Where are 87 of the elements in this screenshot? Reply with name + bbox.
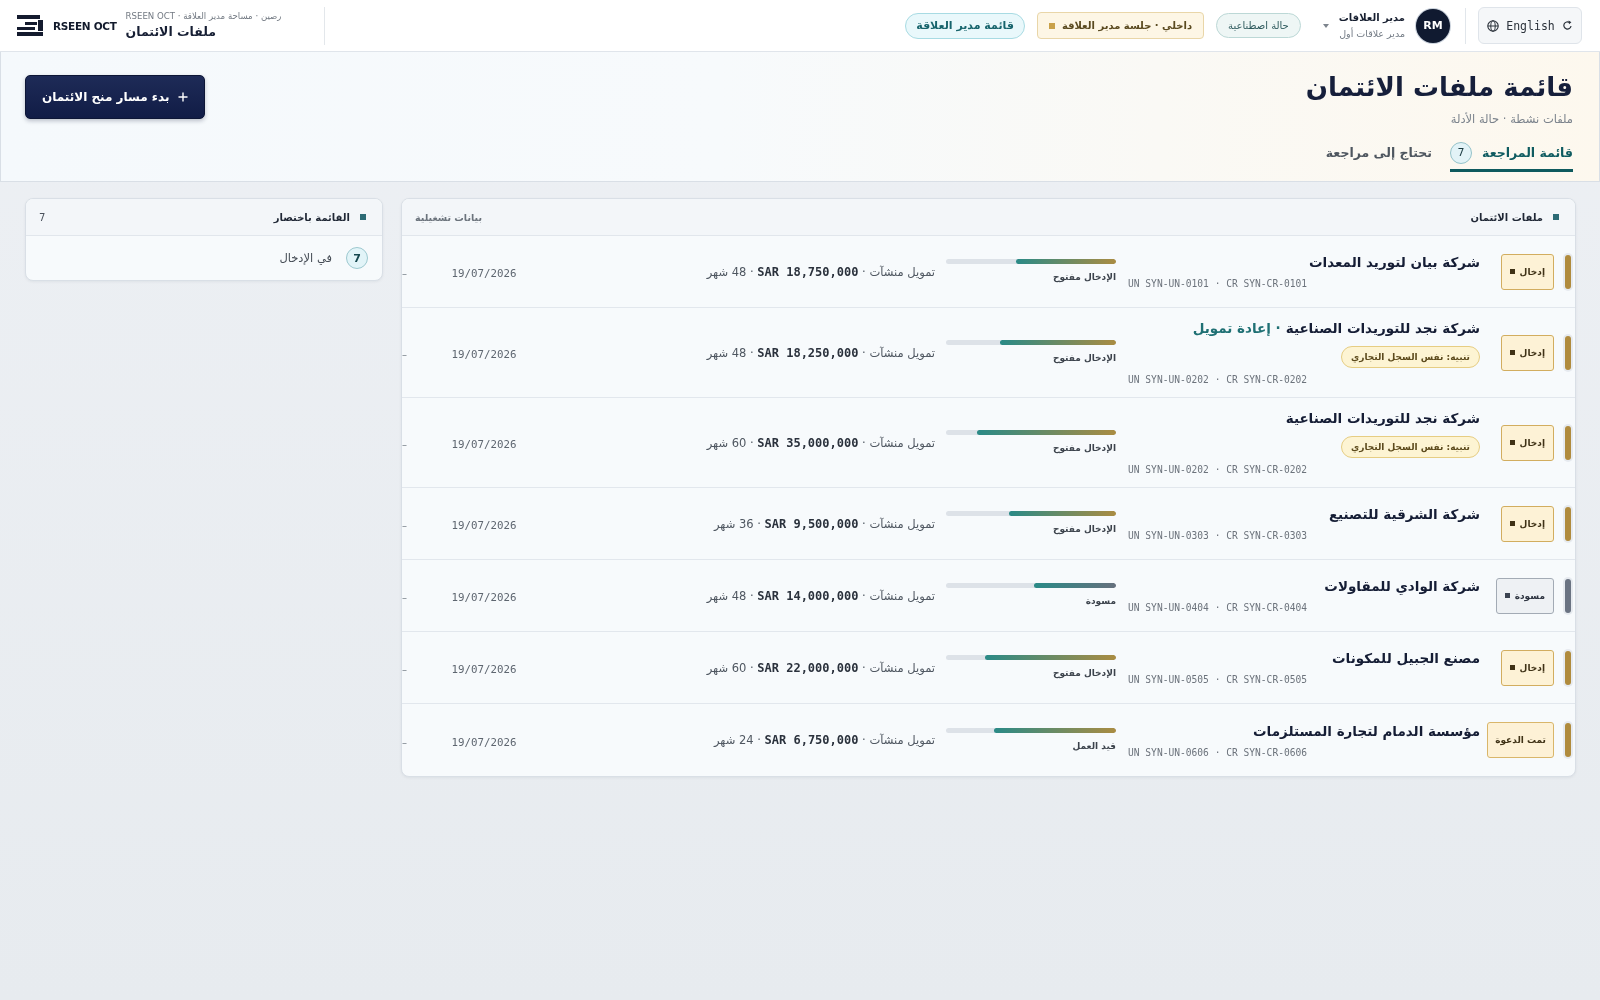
date-text: 19/07/2026 — [451, 519, 517, 532]
stage-label: الإدخال مفتوح — [1051, 271, 1116, 284]
stage-label: الإدخال مفتوح — [1051, 352, 1116, 365]
company-name[interactable]: شركة الشرقية للتصنيع — [1328, 504, 1480, 524]
logo-icon — [17, 15, 43, 36]
date-text: 19/07/2026 — [451, 663, 517, 676]
table-cell: – — [402, 439, 407, 450]
queue-pill[interactable]: قائمة مدير العلاقة — [905, 12, 1025, 39]
language-button[interactable]: English — [1478, 7, 1582, 44]
table-cell: – — [402, 349, 407, 360]
status-label: إدخال — [1519, 347, 1545, 358]
reference-ids: UN SYN-UN-0303 · CR SYN-CR-0303 — [1128, 529, 1309, 543]
plus-icon — [178, 92, 189, 102]
date-text: 19/07/2026 — [451, 438, 517, 451]
logo-text: RSEEN OCT — [53, 19, 117, 32]
status-label: إدخال — [1519, 266, 1545, 277]
square-icon — [1509, 269, 1515, 274]
square-icon — [1509, 440, 1515, 445]
company-name[interactable]: شركة نجد للتوريدات الصناعية — [1285, 408, 1480, 428]
total-count: 7 — [39, 211, 46, 223]
date-text: 19/07/2026 — [451, 348, 517, 361]
pill-label: داخلي · جلسة مدير العلاقة — [1061, 20, 1193, 31]
status-stripe — [1565, 425, 1571, 460]
warning-pill: تنبيه: نفس السجل التجاري — [1341, 346, 1480, 368]
file-type-label: · إعادة تمويل — [1192, 319, 1281, 338]
status-stripe — [1565, 506, 1571, 541]
refresh-icon — [1561, 20, 1573, 31]
date-text: 19/07/2026 — [451, 735, 517, 749]
status-label: مسودة — [1514, 590, 1545, 601]
square-icon — [1048, 22, 1055, 29]
reference-ids: UN SYN-UN-0606 · CR SYN-CR-0606 — [1128, 745, 1309, 760]
table-cell: – — [402, 664, 407, 675]
globe-icon — [1487, 19, 1500, 32]
company-name[interactable]: مؤسسة الدمام لتجارة المستلزمات — [1253, 720, 1480, 741]
reference-ids: UN SYN-UN-0404 · CR SYN-CR-0404 — [1128, 601, 1309, 615]
table-cell: – — [402, 520, 407, 531]
table-cell: – — [402, 268, 407, 279]
panel-note: بيانات تشغيلية — [415, 211, 482, 223]
square-icon — [1509, 665, 1515, 670]
status-stripe — [1565, 578, 1571, 613]
reference-ids: UN SYN-UN-0202 · CR SYN-CR-0202 — [1128, 463, 1309, 477]
reference-ids: UN SYN-UN-0101 · CR SYN-CR-0101 — [1128, 277, 1309, 291]
stage-label: مسودة — [1084, 595, 1116, 608]
breadcrumb: رصين · مساحة مدير العلاقة · RSEEN OCT — [125, 10, 282, 23]
company-name[interactable]: مصنع الجبيل للمكونات — [1332, 648, 1480, 668]
date-text: 19/07/2026 — [451, 591, 517, 604]
square-icon — [1509, 350, 1515, 355]
page-subtitle: ملفات نشطة · حالة الأدلة — [1450, 111, 1573, 128]
panel-title: ملفات الائتمان — [1470, 211, 1543, 223]
mode-pill: حالة اصطناعية — [1216, 13, 1301, 38]
date-text: 19/07/2026 — [451, 267, 517, 280]
company-name[interactable]: شركة بيان لتوريد المعدات — [1308, 252, 1480, 272]
status-label: إدخال — [1519, 518, 1545, 529]
square-icon — [360, 214, 366, 220]
page-title: ملفات الائتمان — [125, 23, 217, 41]
warning-pill: تنبيه: نفس السجل التجاري — [1341, 436, 1480, 458]
stage-label: الإدخال مفتوح — [1051, 667, 1116, 680]
company-name[interactable]: شركة الوادي للمقاولات — [1324, 576, 1480, 596]
status-label: تمت الدعوة — [1495, 735, 1546, 745]
count-badge: 7 — [1450, 142, 1473, 164]
panel-title: القائمة باختصار — [273, 211, 350, 223]
table-cell: – — [402, 592, 407, 603]
stage-label: الإدخال مفتوح — [1051, 523, 1116, 536]
user-role: مدير علاقات أول — [1339, 26, 1405, 41]
status-label: إدخال — [1519, 662, 1545, 673]
status-stripe — [1565, 335, 1571, 370]
status-stripe — [1565, 650, 1571, 685]
square-icon — [1504, 593, 1510, 598]
avatar[interactable]: RM — [1416, 8, 1450, 43]
user-name: مدير العلاقات — [1338, 10, 1405, 25]
square-icon — [1509, 521, 1515, 526]
table-cell: – — [402, 736, 407, 748]
stage-label: الإدخال مفتوح — [1051, 442, 1116, 455]
stage-label: قيد العمل — [1071, 739, 1116, 753]
caret-icon[interactable] — [1322, 23, 1329, 28]
square-icon — [1553, 214, 1559, 220]
reference-ids: UN SYN-UN-0505 · CR SYN-CR-0505 — [1128, 673, 1309, 687]
count-badge: 7 — [346, 247, 368, 269]
company-name[interactable]: شركة نجد للتوريدات الصناعية — [1285, 318, 1480, 338]
status-stripe — [1565, 254, 1571, 289]
reference-ids: UN SYN-UN-0202 · CR SYN-CR-0202 — [1128, 373, 1309, 387]
summary-label[interactable]: في الإدخال — [279, 251, 332, 265]
start-credit-flow-button[interactable]: بدء مسار منح الائتمان — [25, 75, 206, 119]
status-stripe — [1565, 723, 1571, 757]
tab[interactable]: تحتاج إلى مراجعة — [1325, 138, 1433, 172]
page-heading: قائمة ملفات الائتمان — [1305, 71, 1573, 104]
status-label: إدخال — [1519, 437, 1545, 448]
